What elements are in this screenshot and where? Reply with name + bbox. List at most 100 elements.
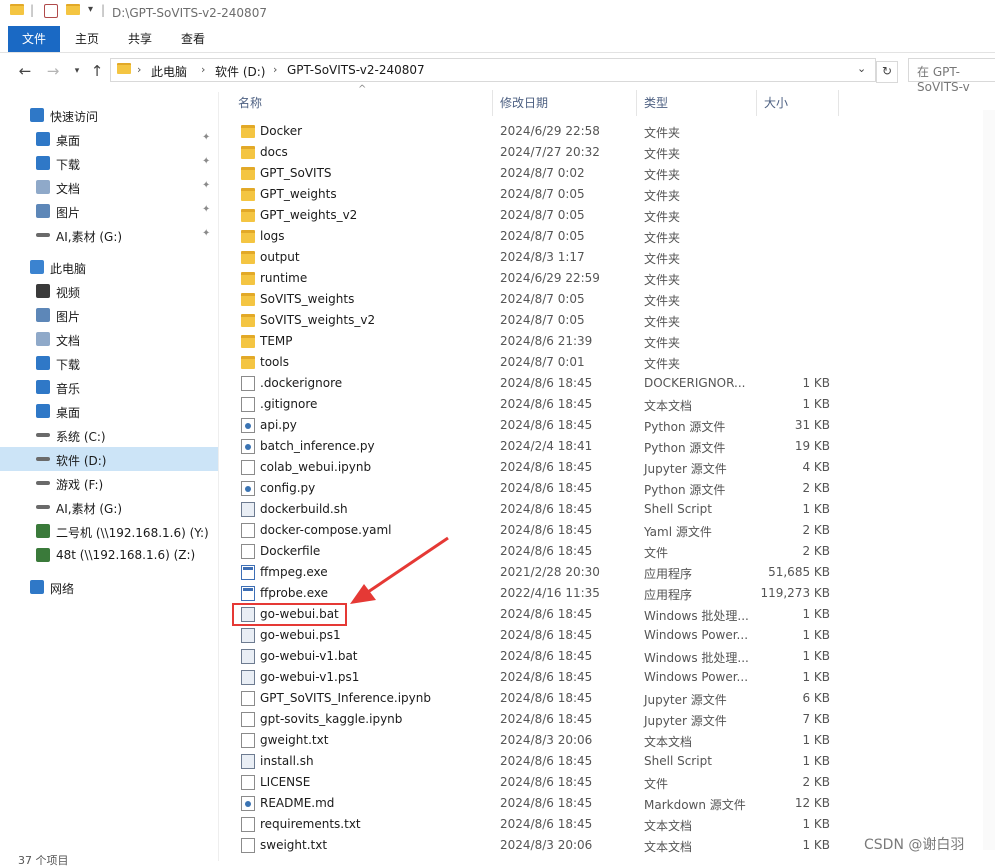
- address-dropdown-icon[interactable]: ⌄: [857, 62, 866, 75]
- file-name: .gitignore: [260, 397, 318, 411]
- sidebar-item[interactable]: 桌面: [0, 399, 218, 423]
- column-divider[interactable]: [756, 90, 757, 116]
- file-row[interactable]: docker-compose.yaml 2024/8/6 18:45 Yaml 源文…: [232, 520, 840, 541]
- sidebar-item[interactable]: 视频: [0, 279, 218, 303]
- column-divider[interactable]: [838, 90, 839, 116]
- file-date: 2024/8/6 18:45: [500, 628, 593, 642]
- file-row[interactable]: SoVITS_weights 2024/8/7 0:05 文件夹: [232, 289, 840, 310]
- sidebar-item[interactable]: 音乐: [0, 375, 218, 399]
- properties-icon[interactable]: [44, 4, 58, 18]
- file-row[interactable]: GPT_SoVITS_Inference.ipynb 2024/8/6 18:45…: [232, 688, 840, 709]
- file-type: Jupyter 源文件: [644, 714, 727, 728]
- sidebar-item[interactable]: 二号机 (\\192.168.1.6) (Y:): [0, 519, 218, 543]
- file-row[interactable]: config.py 2024/8/6 18:45 Python 源文件 2 KB: [232, 478, 840, 499]
- sidebar-item[interactable]: 网络: [0, 575, 218, 599]
- sidebar-item[interactable]: 桌面 ✦: [0, 127, 218, 151]
- sidebar-item[interactable]: 软件 (D:): [0, 447, 218, 471]
- breadcrumb-this-pc[interactable]: 此电脑: [151, 63, 187, 80]
- refresh-icon[interactable]: ↻: [876, 61, 898, 83]
- file-row[interactable]: dockerbuild.sh 2024/8/6 18:45 Shell Script…: [232, 499, 840, 520]
- file-name: ffmpeg.exe: [260, 565, 328, 579]
- file-row[interactable]: docs 2024/7/27 20:32 文件夹: [232, 142, 840, 163]
- vertical-scrollbar[interactable]: [983, 110, 995, 850]
- file-row[interactable]: runtime 2024/6/29 22:59 文件夹: [232, 268, 840, 289]
- file-row[interactable]: install.sh 2024/8/6 18:45 Shell Script 1 KB: [232, 751, 840, 772]
- column-divider[interactable]: [492, 90, 493, 116]
- file-row[interactable]: LICENSE 2024/8/6 18:45 文件 2 KB: [232, 772, 840, 793]
- recent-locations-icon[interactable]: ▾: [68, 62, 86, 80]
- file-row[interactable]: TEMP 2024/8/6 21:39 文件夹: [232, 331, 840, 352]
- file-row[interactable]: logs 2024/8/7 0:05 文件夹: [232, 226, 840, 247]
- file-row[interactable]: requirements.txt 2024/8/6 18:45 文本文档 1 KB: [232, 814, 840, 835]
- file-row[interactable]: go-webui-v1.bat 2024/8/6 18:45 Windows 批处理…: [232, 646, 840, 667]
- breadcrumb-current-folder[interactable]: GPT-SoVITS-v2-240807: [287, 63, 425, 77]
- file-type: 文件夹: [644, 231, 681, 245]
- file-name: docs: [260, 145, 288, 159]
- file-row[interactable]: api.py 2024/8/6 18:45 Python 源文件 31 KB: [232, 415, 840, 436]
- file-date: 2024/8/6 18:45: [500, 502, 593, 516]
- file-type: 文本文档: [644, 819, 693, 833]
- new-folder-icon[interactable]: [66, 4, 80, 18]
- column-header-date[interactable]: 修改日期: [500, 94, 548, 111]
- sidebar-item[interactable]: 图片 ✦: [0, 199, 218, 223]
- file-row[interactable]: GPT_weights_v2 2024/8/7 0:05 文件夹: [232, 205, 840, 226]
- file-row[interactable]: gpt-sovits_kaggle.ipynb 2024/8/6 18:45 Jup…: [232, 709, 840, 730]
- pin-icon[interactable]: ✦: [202, 228, 210, 239]
- file-row[interactable]: .dockerignore 2024/8/6 18:45 DOCKERIGNOR..…: [232, 373, 840, 394]
- file-row[interactable]: ffmpeg.exe 2021/2/28 20:30 应用程序 51,685 KB: [232, 562, 840, 583]
- sidebar-item[interactable]: 文档 ✦: [0, 175, 218, 199]
- sidebar-item[interactable]: 图片: [0, 303, 218, 327]
- file-row[interactable]: go-webui-v1.ps1 2024/8/6 18:45 Windows Pow…: [232, 667, 840, 688]
- sidebar-item[interactable]: AI,素材 (G:) ✦: [0, 223, 218, 247]
- file-row[interactable]: go-webui.ps1 2024/8/6 18:45 Windows Power.…: [232, 625, 840, 646]
- sidebar-item[interactable]: 48t (\\192.168.1.6) (Z:): [0, 543, 218, 567]
- pin-icon[interactable]: ✦: [202, 156, 210, 167]
- network-icon: [30, 580, 44, 594]
- up-arrow-icon[interactable]: ↑: [88, 62, 106, 80]
- file-row[interactable]: README.md 2024/8/6 18:45 Markdown 源文件 12 KB: [232, 793, 840, 814]
- tab-view[interactable]: 查看: [178, 26, 208, 52]
- pin-icon[interactable]: ✦: [202, 132, 210, 143]
- sidebar-item[interactable]: 此电脑: [0, 255, 218, 279]
- file-row[interactable]: Docker 2024/6/29 22:58 文件夹: [232, 121, 840, 142]
- file-row[interactable]: gweight.txt 2024/8/3 20:06 文本文档 1 KB: [232, 730, 840, 751]
- file-row[interactable]: output 2024/8/3 1:17 文件夹: [232, 247, 840, 268]
- pin-icon[interactable]: ✦: [202, 204, 210, 215]
- column-header-name[interactable]: 名称: [238, 94, 262, 111]
- search-input[interactable]: 在 GPT-SoVITS-v: [908, 58, 995, 94]
- file-row[interactable]: ffprobe.exe 2022/4/16 11:35 应用程序 119,273 KB: [232, 583, 840, 604]
- file-row[interactable]: GPT_SoVITS 2024/8/7 0:02 文件夹: [232, 163, 840, 184]
- quick-access-dropdown-icon[interactable]: ▾: [88, 4, 93, 15]
- file-date: 2024/8/6 18:45: [500, 397, 593, 411]
- sidebar-item[interactable]: 下载 ✦: [0, 151, 218, 175]
- back-arrow-icon[interactable]: ←: [16, 62, 34, 80]
- chevron-right-icon[interactable]: ›: [273, 63, 277, 76]
- tab-share[interactable]: 共享: [125, 26, 155, 52]
- breadcrumb-drive-d[interactable]: 软件 (D:): [215, 63, 265, 80]
- chevron-right-icon[interactable]: ›: [201, 63, 205, 76]
- tab-home[interactable]: 主页: [72, 26, 102, 52]
- tab-file[interactable]: 文件: [8, 26, 60, 52]
- file-row[interactable]: tools 2024/8/7 0:01 文件夹: [232, 352, 840, 373]
- sidebar-item[interactable]: 快速访问: [0, 103, 218, 127]
- forward-arrow-icon[interactable]: →: [44, 62, 62, 80]
- sidebar-item[interactable]: 下载: [0, 351, 218, 375]
- file-row[interactable]: .gitignore 2024/8/6 18:45 文本文档 1 KB: [232, 394, 840, 415]
- sidebar-item[interactable]: AI,素材 (G:): [0, 495, 218, 519]
- column-header-type[interactable]: 类型: [644, 94, 668, 111]
- sidebar-item[interactable]: 文档: [0, 327, 218, 351]
- file-row[interactable]: batch_inference.py 2024/2/4 18:41 Python 源…: [232, 436, 840, 457]
- address-bar[interactable]: › 此电脑 › 软件 (D:) › GPT-SoVITS-v2-240807 ⌄: [110, 58, 876, 82]
- file-row[interactable]: sweight.txt 2024/8/3 20:06 文本文档 1 KB: [232, 835, 840, 856]
- folder-icon[interactable]: [10, 4, 24, 18]
- sidebar-item[interactable]: 游戏 (F:): [0, 471, 218, 495]
- file-row[interactable]: GPT_weights 2024/8/7 0:05 文件夹: [232, 184, 840, 205]
- column-divider[interactable]: [636, 90, 637, 116]
- pin-icon[interactable]: ✦: [202, 180, 210, 191]
- file-row[interactable]: colab_webui.ipynb 2024/8/6 18:45 Jupyter 源…: [232, 457, 840, 478]
- file-row[interactable]: Dockerfile 2024/8/6 18:45 文件 2 KB: [232, 541, 840, 562]
- file-row[interactable]: SoVITS_weights_v2 2024/8/7 0:05 文件夹: [232, 310, 840, 331]
- sidebar-item[interactable]: 系统 (C:): [0, 423, 218, 447]
- chevron-right-icon[interactable]: ›: [137, 63, 141, 76]
- column-header-size[interactable]: 大小: [764, 94, 788, 111]
